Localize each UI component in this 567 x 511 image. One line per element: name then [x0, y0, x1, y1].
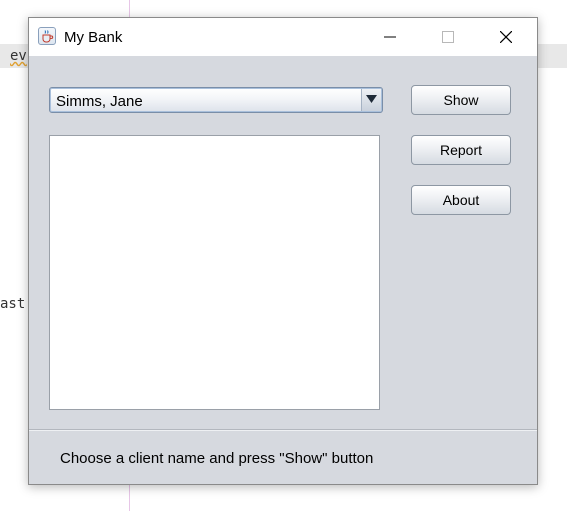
minimize-button[interactable]: [367, 18, 413, 56]
maximize-button[interactable]: [425, 18, 471, 56]
maximize-icon: [442, 31, 454, 43]
about-button[interactable]: About: [411, 185, 511, 215]
java-cup-icon: [38, 27, 56, 45]
editor-code-fragment: ev: [10, 48, 27, 64]
editor-code-fragment: ast: [0, 296, 26, 312]
title-bar[interactable]: My Bank: [29, 18, 537, 56]
client-select-value: Simms, Jane: [56, 93, 143, 110]
close-icon: [500, 31, 512, 43]
client-details-area[interactable]: [49, 135, 380, 410]
window-title: My Bank: [64, 29, 123, 46]
minimize-icon: [384, 36, 396, 38]
close-button[interactable]: [483, 18, 529, 56]
client-select-dropdown-button[interactable]: [361, 89, 381, 111]
show-button[interactable]: Show: [411, 85, 511, 115]
app-window: My Bank Simms, Jane Show Report About Ch…: [28, 17, 538, 485]
triangle-down-icon: [366, 95, 377, 103]
report-button[interactable]: Report: [411, 135, 511, 165]
status-message: Choose a client name and press "Show" bu…: [60, 450, 374, 467]
status-separator-highlight: [29, 430, 537, 431]
client-select[interactable]: Simms, Jane: [49, 87, 383, 113]
